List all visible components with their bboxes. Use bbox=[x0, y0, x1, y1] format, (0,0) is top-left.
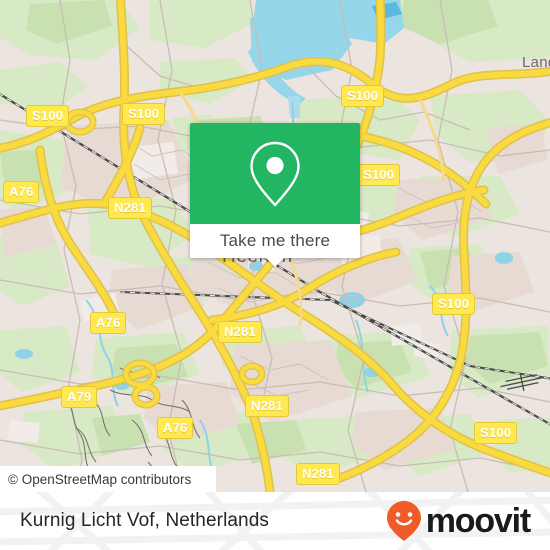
moovit-wordmark: moovit bbox=[425, 502, 531, 540]
footer-bar: Kurnig Licht Vof, Netherlands moovit bbox=[0, 492, 550, 550]
callout-cta[interactable]: Take me there bbox=[190, 224, 360, 267]
road-shield-n281: N281 bbox=[108, 197, 152, 219]
callout-pin-area bbox=[190, 123, 360, 224]
moovit-brand[interactable]: moovit bbox=[384, 499, 531, 543]
road-shield-s100: S100 bbox=[122, 103, 166, 125]
osm-attribution[interactable]: © OpenStreetMap contributors bbox=[0, 466, 216, 492]
road-shield-n281: N281 bbox=[218, 321, 262, 343]
take-me-there-label: Take me there bbox=[219, 231, 331, 250]
location-callout[interactable]: Take me there bbox=[190, 123, 360, 267]
road-shield-s100: S100 bbox=[432, 293, 476, 315]
moovit-location-card: Heerlen Land S100 S100 S100 S100 S100 S1… bbox=[0, 0, 550, 550]
road-shield-s100: S100 bbox=[357, 164, 401, 186]
moovit-smiley-pin-icon bbox=[386, 501, 421, 541]
road-shield-s100: S100 bbox=[26, 105, 70, 127]
callout-pointer bbox=[266, 258, 284, 267]
road-shield-a79: A79 bbox=[61, 386, 98, 408]
road-shield-s100: S100 bbox=[341, 85, 385, 107]
road-shield-n281: N281 bbox=[296, 463, 340, 485]
place-title: Kurnig Licht Vof, Netherlands bbox=[20, 510, 269, 531]
road-shield-s100: S100 bbox=[474, 422, 518, 444]
road-shield-a76: A76 bbox=[157, 417, 194, 439]
map-label-landgraaf: Land bbox=[522, 54, 550, 71]
map-pin-icon bbox=[250, 141, 300, 207]
osm-attribution-text: © OpenStreetMap contributors bbox=[8, 471, 192, 487]
road-shield-a76: A76 bbox=[3, 181, 40, 203]
road-shield-a76: A76 bbox=[90, 312, 127, 334]
road-shield-n281: N281 bbox=[245, 395, 289, 417]
